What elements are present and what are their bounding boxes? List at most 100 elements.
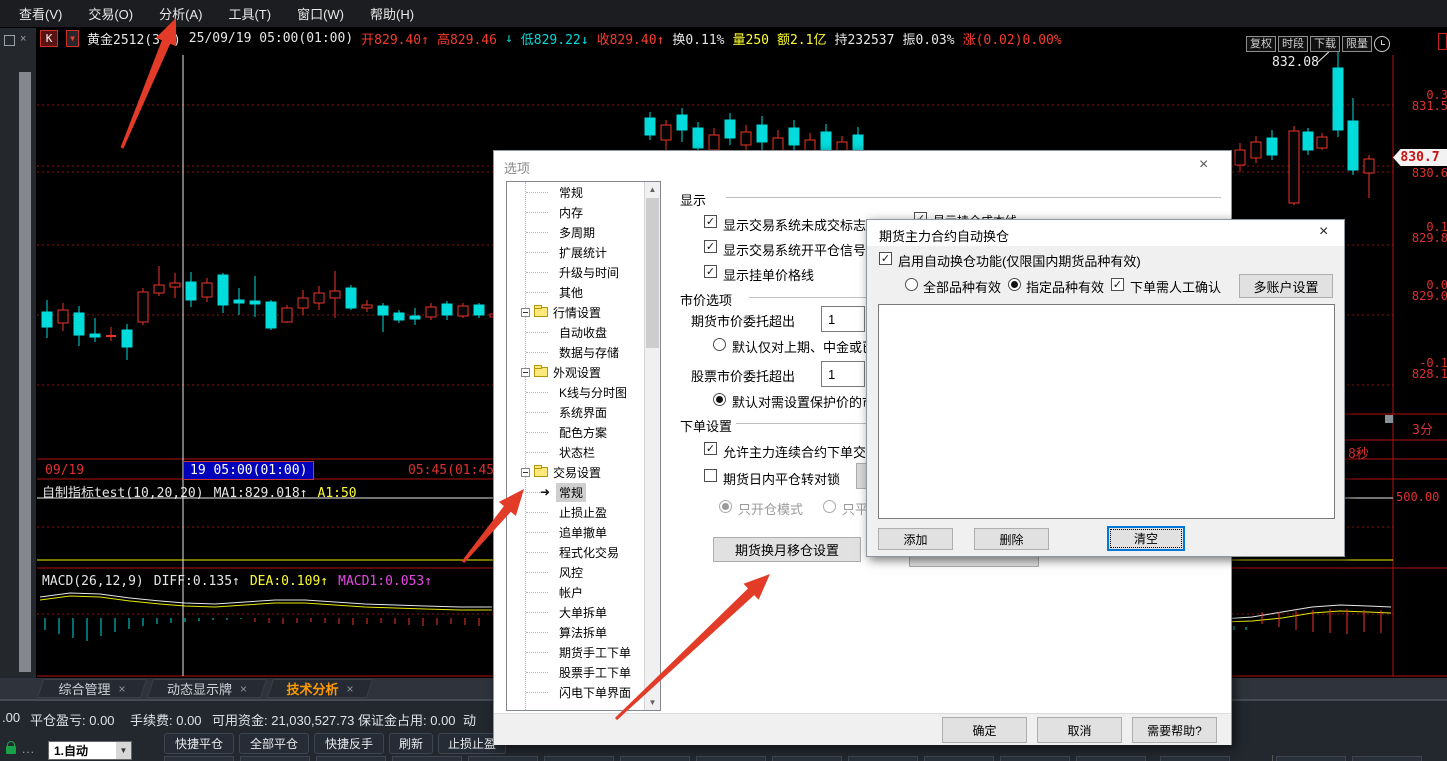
futures-market-exceed-input[interactable]	[821, 306, 865, 332]
clock-icon[interactable]	[1374, 36, 1390, 52]
kline-mode-badge[interactable]: K	[40, 30, 58, 47]
scroll-down-icon[interactable]: ▼	[645, 695, 660, 710]
chart-tool-button[interactable]: 限量	[1342, 36, 1372, 52]
partial-button[interactable]	[848, 756, 918, 761]
tree-item[interactable]: 其他	[507, 282, 660, 302]
tab-close-icon[interactable]: ×	[347, 682, 354, 696]
partial-button[interactable]	[1276, 756, 1346, 761]
tree-item[interactable]: 程式化交易	[507, 542, 660, 562]
tree-item[interactable]: 升级与时间	[507, 262, 660, 282]
partial-button[interactable]	[1352, 756, 1422, 761]
tree-item[interactable]: 股票手工下单	[507, 662, 660, 682]
partial-button[interactable]	[1076, 756, 1146, 761]
tree-folder[interactable]: 外观设置	[507, 362, 660, 382]
manual-confirm-checkbox[interactable]: ✓	[1111, 278, 1124, 291]
period-label[interactable]: 3分	[1412, 419, 1433, 438]
all-products-radio[interactable]	[905, 278, 918, 291]
tree-item[interactable]: 期货手工下单	[507, 642, 660, 662]
tree-item[interactable]: 内存	[507, 202, 660, 222]
删除-button[interactable]: 删除	[974, 528, 1049, 550]
tree-item[interactable]: 帐户	[507, 582, 660, 602]
tree-item[interactable]: 配色方案	[507, 422, 660, 442]
partial-button[interactable]	[468, 756, 538, 761]
tree-item[interactable]: 常规	[507, 182, 660, 202]
tree-item[interactable]: 大单拆单	[507, 602, 660, 622]
tab-综合管理[interactable]: 综合管理×	[40, 679, 144, 698]
ok-button[interactable]: 确定	[942, 717, 1027, 743]
scroll-up-icon[interactable]: ▲	[645, 182, 660, 197]
multi-account-settings-button[interactable]: 多账户设置	[1239, 274, 1333, 298]
tree-item[interactable]: 算法拆单	[507, 622, 660, 642]
partial-button[interactable]	[620, 756, 690, 761]
lock-icon[interactable]	[6, 746, 16, 754]
tab-close-icon[interactable]: ×	[119, 682, 126, 696]
cancel-button[interactable]: 取消	[1037, 717, 1122, 743]
tree-folder[interactable]: 行情设置	[507, 302, 660, 322]
tree-collapse-icon[interactable]	[521, 368, 530, 377]
tree-item[interactable]: 状态栏	[507, 442, 660, 462]
close-icon[interactable]: ×	[1199, 157, 1208, 173]
partial-button[interactable]	[240, 756, 310, 761]
chevron-down-icon[interactable]: ▼	[116, 742, 131, 759]
partial-button[interactable]	[392, 756, 462, 761]
partial-button[interactable]	[772, 756, 842, 761]
kline-mode-dropdown-icon[interactable]: ▼	[66, 30, 79, 47]
tree-item[interactable]: 自动收盘	[507, 322, 660, 342]
tree-item[interactable]: 闪电下单界面	[507, 682, 660, 702]
default-sfe-radio[interactable]	[713, 338, 726, 351]
tree-item[interactable]: ➜常规	[507, 482, 660, 502]
partial-button[interactable]	[924, 756, 994, 761]
tree-item-label: 风控	[559, 564, 583, 581]
partial-button[interactable]	[544, 756, 614, 761]
tree-item[interactable]: 扩展统计	[507, 242, 660, 262]
more-options-icon[interactable]: ...	[22, 742, 35, 756]
tab-技术分析[interactable]: 技术分析×	[270, 679, 370, 698]
display-checkbox[interactable]: ✓	[704, 265, 717, 278]
group-display-title: 显示	[680, 190, 712, 209]
display-checkbox[interactable]: ✓	[704, 240, 717, 253]
action-button[interactable]: 全部平仓	[239, 733, 309, 754]
partial-button[interactable]	[1000, 756, 1070, 761]
tab-动态显示牌[interactable]: 动态显示牌×	[150, 679, 264, 698]
tree-collapse-icon[interactable]	[521, 468, 530, 477]
添加-button[interactable]: 添加	[878, 528, 953, 550]
order-mode-dropdown[interactable]: 1.自动 ▼	[48, 741, 132, 760]
清空-button[interactable]: 清空	[1107, 526, 1185, 551]
futures-rollover-settings-button[interactable]: 期货换月移仓设置	[713, 537, 861, 562]
tree-item[interactable]: 止损止盈	[507, 502, 660, 522]
partial-button[interactable]	[1160, 756, 1230, 761]
rollover-product-list[interactable]	[878, 304, 1335, 519]
stock-market-exceed-input[interactable]	[821, 361, 865, 387]
hscrollbar-fragment[interactable]	[1385, 415, 1393, 423]
partial-button[interactable]	[316, 756, 386, 761]
specified-products-radio[interactable]	[1008, 278, 1021, 291]
tree-item[interactable]: 追单撤单	[507, 522, 660, 542]
close-icon[interactable]: ×	[1319, 224, 1328, 240]
tree-item[interactable]: 风控	[507, 562, 660, 582]
chart-tool-button[interactable]: 复权	[1246, 36, 1276, 52]
allow-main-contract-checkbox[interactable]: ✓	[704, 442, 717, 455]
tree-folder[interactable]: 交易设置	[507, 462, 660, 482]
tree-scrollbar[interactable]: ▲ ▼	[644, 182, 660, 710]
tab-close-icon[interactable]: ×	[240, 682, 247, 696]
action-button[interactable]: 快捷平仓	[164, 733, 234, 754]
chart-tool-button[interactable]: 下载	[1310, 36, 1340, 52]
action-button[interactable]: 快捷反手	[314, 733, 384, 754]
tree-item[interactable]: 系统界面	[507, 402, 660, 422]
open-only-radio	[719, 500, 732, 513]
action-button[interactable]: 刷新	[389, 733, 433, 754]
chart-tool-button[interactable]: 时段	[1278, 36, 1308, 52]
partial-button[interactable]	[164, 756, 234, 761]
tree-item[interactable]: 数据与存储	[507, 342, 660, 362]
tree-collapse-icon[interactable]	[521, 308, 530, 317]
tree-item[interactable]: 多周期	[507, 222, 660, 242]
tree-item[interactable]: K线与分时图	[507, 382, 660, 402]
display-checkbox[interactable]: ✓	[704, 215, 717, 228]
help-button[interactable]: 需要帮助?	[1132, 717, 1217, 743]
partial-button[interactable]	[696, 756, 766, 761]
enable-auto-rollover-checkbox[interactable]: ✓	[879, 252, 892, 265]
default-protect-price-radio[interactable]	[713, 393, 726, 406]
intraday-hedge-checkbox[interactable]	[704, 469, 717, 482]
scrollbar-thumb[interactable]	[646, 198, 659, 348]
tree-connector	[526, 692, 548, 693]
